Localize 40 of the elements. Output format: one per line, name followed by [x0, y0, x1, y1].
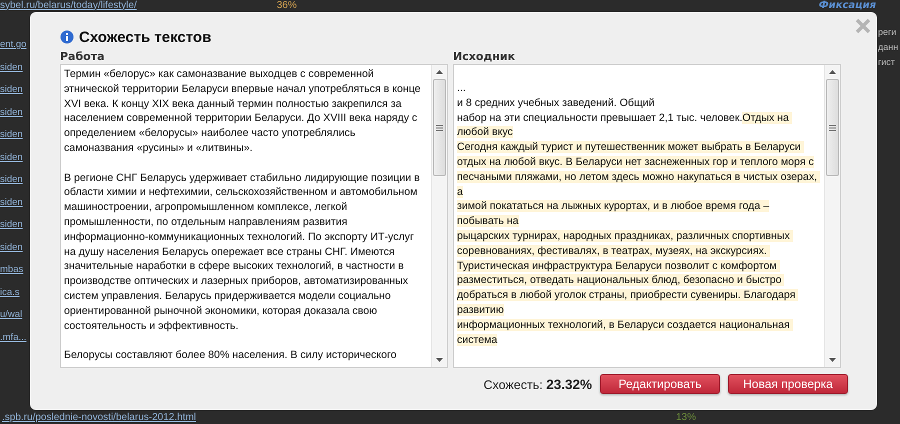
background-link[interactable]: siden	[0, 217, 26, 234]
scroll-thumb[interactable]	[826, 79, 839, 176]
new-check-button[interactable]: Новая проверка	[728, 374, 848, 394]
background-link[interactable]: .mfa...	[0, 330, 26, 346]
background-link[interactable]: siden	[0, 150, 26, 166]
scroll-down-icon[interactable]	[435, 357, 444, 363]
background-link[interactable]: ent.go	[0, 37, 26, 54]
background-percent: 13%	[676, 412, 696, 423]
background-link[interactable]: ica.s	[0, 284, 26, 301]
edit-button[interactable]: Редактировать	[600, 374, 720, 394]
panel-label: Работа	[60, 50, 106, 64]
background-link[interactable]: siden	[0, 240, 26, 256]
dialog-title: Схожесть текстов	[79, 28, 212, 46]
background-link[interactable]: siden	[0, 172, 26, 188]
similarity-label: Схожесть: 23.32%	[483, 376, 592, 392]
background-link[interactable]: siden	[0, 194, 26, 211]
background-text: реги	[878, 26, 898, 39]
background-link[interactable]: mbas	[0, 262, 26, 278]
grip-icon	[829, 124, 836, 130]
background-text: гист	[878, 56, 896, 69]
scroll-up-icon[interactable]	[828, 69, 837, 75]
background-link[interactable]: siden	[0, 82, 26, 98]
scroll-thumb[interactable]	[433, 79, 446, 176]
background-link[interactable]: siden	[0, 127, 26, 144]
info-icon	[60, 30, 74, 44]
scrollbar[interactable]	[824, 65, 840, 367]
panel-label: Исходник	[453, 50, 516, 64]
background-link[interactable]: .spb.ru/poslednie-novosti/belarus-2012.html	[2, 412, 196, 423]
background-percent: 36%	[276, 0, 297, 10]
background-link[interactable]: sybel.ru/belarus/today/lifestyle/	[0, 0, 137, 10]
background-link[interactable]: siden	[0, 60, 26, 76]
close-icon[interactable]	[855, 18, 871, 34]
scrollbar[interactable]	[431, 65, 447, 367]
scroll-down-icon[interactable]	[828, 357, 837, 363]
background-text: данн	[878, 41, 900, 54]
scroll-up-icon[interactable]	[435, 69, 444, 75]
background-brand: Фиксация	[818, 0, 876, 10]
grip-icon	[436, 124, 443, 130]
background-link[interactable]: u/wal	[0, 307, 26, 324]
background-link[interactable]: siden	[0, 104, 26, 121]
